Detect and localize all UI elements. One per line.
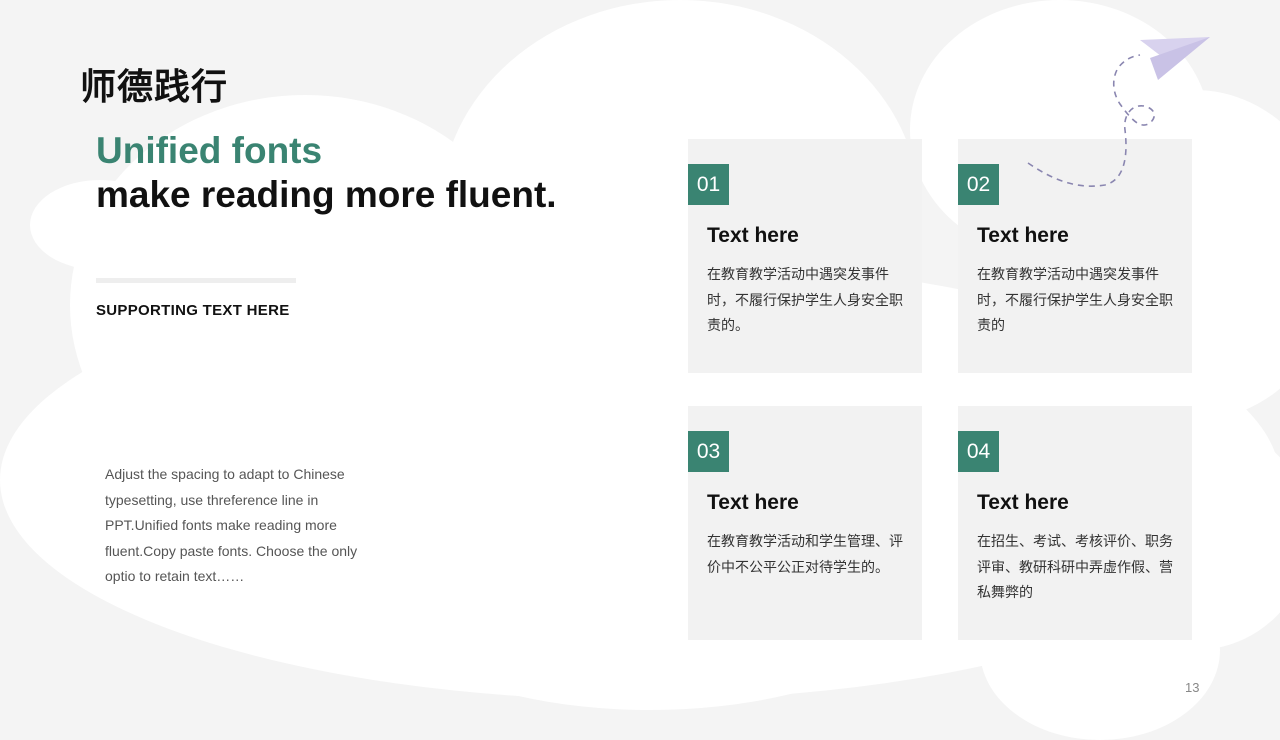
card-number-badge: 01 [688, 164, 729, 205]
card-number-badge: 03 [688, 431, 729, 472]
card-description: 在教育教学活动中遇突发事件时，不履行保护学生人身安全职责的 [977, 267, 1173, 334]
card-description: 在教育教学活动和学生管理、评价中不公平公正对待学生的。 [707, 534, 903, 576]
card-number-badge: 04 [958, 431, 999, 472]
card-number-badge: 02 [958, 164, 999, 205]
headline-main: make reading more fluent. [96, 174, 557, 215]
card-title: Text here [977, 224, 1069, 247]
page-number: 13 [1185, 680, 1200, 695]
paper-plane-icon [1027, 37, 1210, 187]
card-1: 01 Text here 在教育教学活动中遇突发事件时，不履行保护学生人身安全职… [688, 139, 922, 373]
headline-accent: Unified fonts [96, 130, 323, 171]
card-3: 03 Text here 在教育教学活动和学生管理、评价中不公平公正对待学生的。 [688, 406, 922, 640]
card-description: 在教育教学活动中遇突发事件时，不履行保护学生人身安全职责的。 [707, 267, 903, 334]
plane-trail [1027, 54, 1156, 187]
card-title: Text here [707, 491, 799, 514]
card-title: Text here [977, 491, 1069, 514]
supporting-text: SUPPORTING TEXT HERE [96, 302, 290, 319]
card-4: 04 Text here 在招生、考试、考核评价、职务评审、教研科研中弄虚作假、… [958, 406, 1192, 640]
body-text: Adjust the spacing to adapt to Chinese t… [105, 466, 358, 584]
divider [96, 278, 296, 283]
card-title: Text here [707, 224, 799, 247]
card-description: 在招生、考试、考核评价、职务评审、教研科研中弄虚作假、营私舞弊的 [977, 534, 1173, 601]
slide-title: 师德践行 [80, 66, 229, 107]
